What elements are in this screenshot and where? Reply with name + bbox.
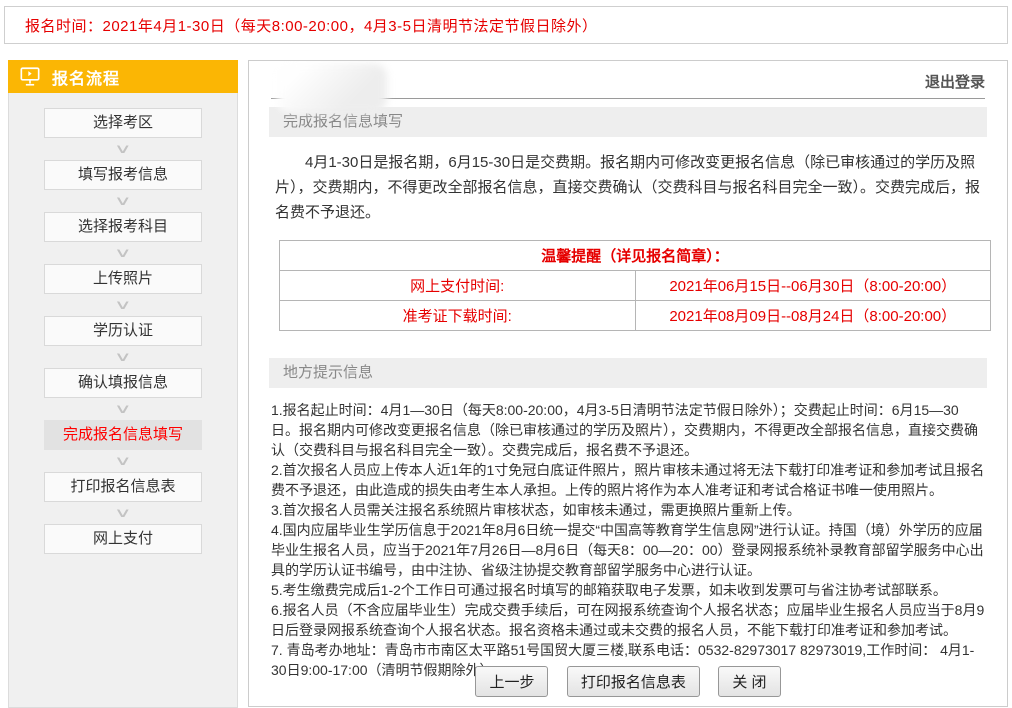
reminder-table: 温馨提醒（详见报名简章）： 网上支付时间: 2021年06月15日--06月30… (279, 240, 991, 331)
chevron-down-icon: ∨ (114, 398, 132, 420)
sidebar-step-upload-photo[interactable]: 上传照片 (44, 264, 202, 294)
chevron-down-icon: ∨ (114, 502, 132, 524)
notice-item-1: 1.报名起止时间：4月1—30日（每天8:00-20:00，4月3-5日清明节法… (271, 400, 985, 460)
main-header: 退出登录 (269, 61, 987, 98)
intro-paragraph: 4月1-30日是报名期，6月15-30日是交费期。报名期内可修改变更报名信息（除… (275, 150, 981, 225)
close-button[interactable]: 关 闭 (718, 666, 780, 697)
reminder-table-title: 温馨提醒（详见报名简章）： (280, 241, 991, 271)
registration-time-banner: 报名时间：2021年4月1-30日（每天8:00-20:00，4月3-5日清明节… (4, 6, 1008, 44)
payment-time-value: 2021年06月15日--06月30日（8:00-20:00） (635, 271, 991, 301)
table-row: 准考证下载时间: 2021年08月09日--08月24日（8:00-20:00） (280, 301, 991, 331)
sidebar-step-fill-info[interactable]: 填写报考信息 (44, 160, 202, 190)
print-form-button[interactable]: 打印报名信息表 (567, 666, 700, 697)
notice-item-2: 2.首次报名人员应上传本人近1年的1寸免冠白底证件照片，照片审核未通过将无法下载… (271, 460, 985, 500)
chevron-down-icon: ∨ (114, 450, 132, 472)
sidebar-title: 报名流程 (52, 65, 120, 89)
chevron-down-icon: ∨ (114, 346, 132, 368)
sidebar-step-select-subjects[interactable]: 选择报考科目 (44, 212, 202, 242)
sidebar-step-confirm-info[interactable]: 确认填报信息 (44, 368, 202, 398)
notice-item-5: 5.考生缴费完成后1-2个工作日可通过报名时填写的邮箱获取电子发票，如未收到发票… (271, 580, 985, 600)
redacted-username (277, 63, 387, 113)
previous-step-button[interactable]: 上一步 (475, 666, 548, 697)
notice-item-3: 3.首次报名人员需关注报名系统照片审核状态，如审核未通过，需更换照片重新上传。 (271, 500, 985, 520)
section-title-local-notice: 地方提示信息 (269, 358, 987, 388)
logout-link[interactable]: 退出登录 (925, 71, 985, 92)
sidebar-step-print-form[interactable]: 打印报名信息表 (44, 472, 202, 502)
admission-ticket-time-label: 准考证下载时间: (280, 301, 636, 331)
notice-item-4: 4.国内应届毕业生学历信息于2021年8月6日统一提交“中国高等教育学生信息网”… (271, 520, 985, 580)
payment-time-label: 网上支付时间: (280, 271, 636, 301)
chevron-down-icon: ∨ (114, 294, 132, 316)
sidebar-header: 报名流程 (8, 60, 238, 93)
sidebar-step-complete-info-active[interactable]: 完成报名信息填写 (44, 420, 202, 450)
local-notice-list: 1.报名起止时间：4月1—30日（每天8:00-20:00，4月3-5日清明节法… (271, 400, 985, 680)
registration-time-text: 报名时间：2021年4月1-30日（每天8:00-20:00，4月3-5日清明节… (25, 15, 597, 36)
sidebar-step-education-verify[interactable]: 学历认证 (44, 316, 202, 346)
chevron-down-icon: ∨ (114, 190, 132, 212)
table-row: 网上支付时间: 2021年06月15日--06月30日（8:00-20:00） (280, 271, 991, 301)
notice-item-6: 6.报名人员（不含应届毕业生）完成交费手续后，可在网报系统查询个人报名状态；应届… (271, 600, 985, 640)
admission-ticket-time-value: 2021年08月09日--08月24日（8:00-20:00） (635, 301, 991, 331)
reminder-table-header-row: 温馨提醒（详见报名简章）： (280, 241, 991, 271)
sidebar-step-select-exam-area[interactable]: 选择考区 (44, 108, 202, 138)
sidebar-steps: 选择考区 ∨ 填写报考信息 ∨ 选择报考科目 ∨ 上传照片 ∨ 学历认证 ∨ 确… (8, 93, 238, 708)
sidebar-step-online-payment[interactable]: 网上支付 (44, 524, 202, 554)
monitor-icon (18, 66, 42, 88)
sidebar: 报名流程 选择考区 ∨ 填写报考信息 ∨ 选择报考科目 ∨ 上传照片 ∨ 学历认… (8, 60, 238, 708)
chevron-down-icon: ∨ (114, 138, 132, 160)
action-button-row: 上一步 打印报名信息表 关 闭 (249, 666, 1007, 697)
main-panel: 退出登录 完成报名信息填写 4月1-30日是报名期，6月15-30日是交费期。报… (248, 60, 1008, 707)
chevron-down-icon: ∨ (114, 242, 132, 264)
